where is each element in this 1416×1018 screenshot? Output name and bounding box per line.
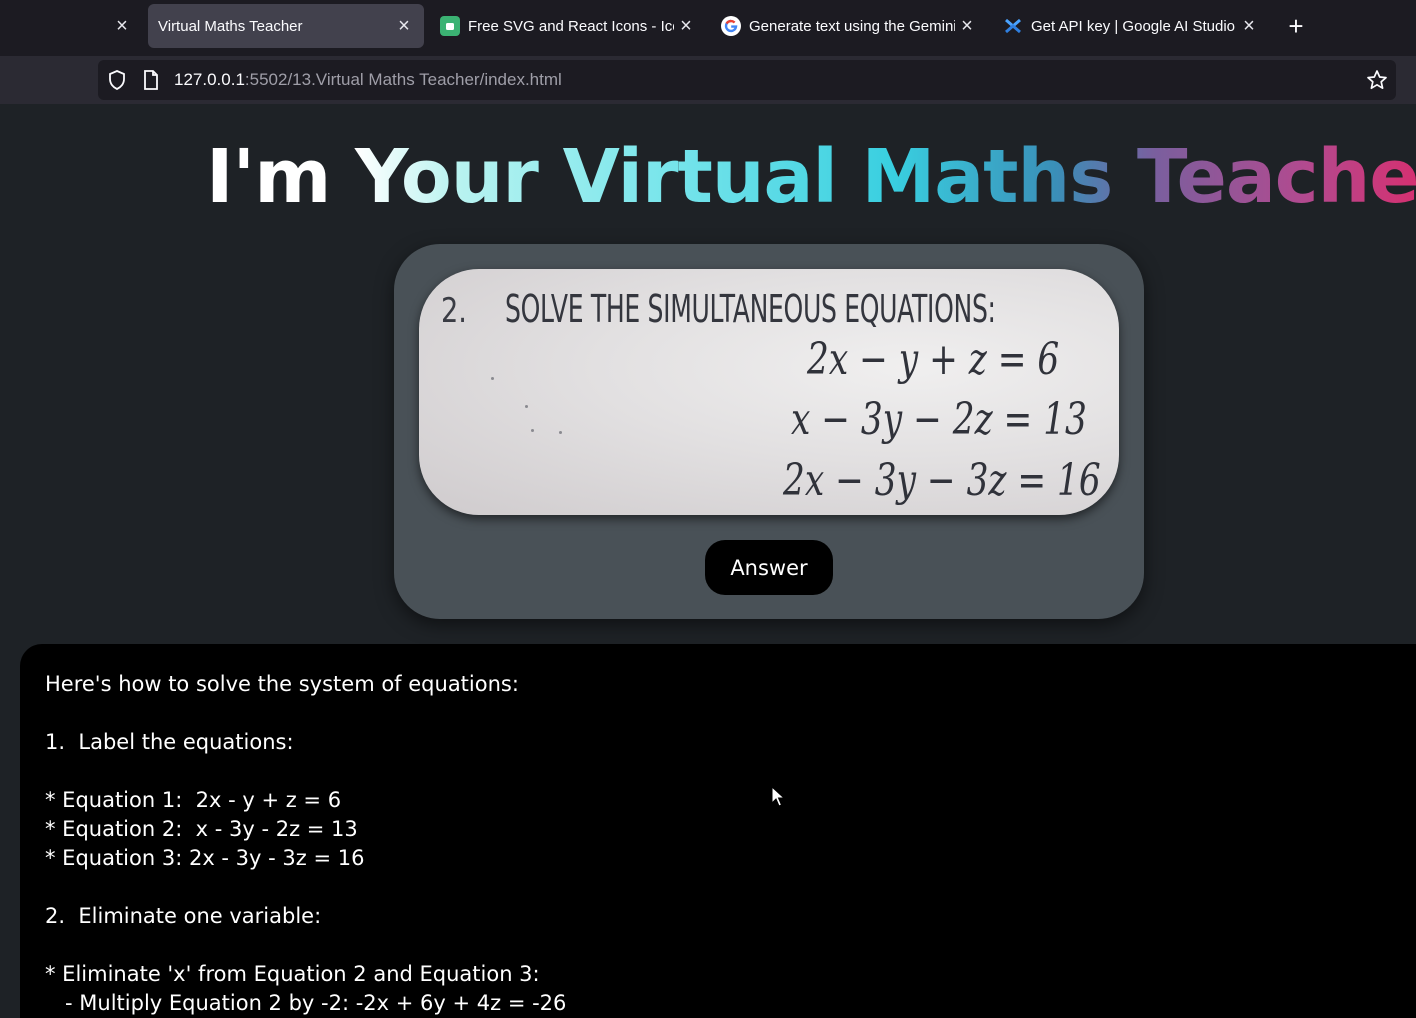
mouse-cursor-icon (771, 786, 785, 807)
bookmark-star-icon[interactable] (1366, 69, 1388, 91)
tab-ai-studio[interactable]: Get API key | Google AI Studio × (1003, 4, 1261, 48)
output-line: 2. Eliminate one variable: (45, 904, 322, 928)
shield-icon[interactable] (106, 69, 128, 91)
tab-title: Generate text using the Gemini (749, 17, 955, 35)
close-tab-icon[interactable]: × (674, 14, 698, 38)
question-image: 2. SOLVE THE SIMULTANEOUS EQUATIONS: 2x … (419, 269, 1119, 515)
photo-speck (559, 431, 562, 434)
tab-virtual-maths-teacher[interactable]: Virtual Maths Teacher × (148, 4, 424, 48)
google-favicon-icon (721, 16, 741, 36)
page-icon[interactable] (140, 69, 162, 91)
equation-2: x − 3y − 2z = 13 (791, 394, 1087, 445)
question-number: 2. (441, 291, 467, 331)
output-line: * Eliminate 'x' from Equation 2 and Equa… (45, 962, 540, 986)
equation-3: 2x − 3y − 3z = 16 (783, 455, 1101, 506)
close-tab-icon[interactable]: × (955, 14, 979, 38)
output-line: * Equation 3: 2x - 3y - 3z = 16 (45, 846, 365, 870)
output-blank-line (45, 873, 1405, 902)
output-line: Here's how to solve the system of equati… (45, 672, 519, 696)
output-line: 1. Label the equations: (45, 730, 294, 754)
address-bar[interactable]: 127.0.0.1:5502/13.Virtual Maths Teacher/… (98, 60, 1396, 100)
tab-title: Get API key | Google AI Studio (1031, 17, 1236, 35)
url-path: :5502/13.Virtual Maths Teacher/index.htm… (244, 70, 562, 89)
url-text[interactable]: 127.0.0.1:5502/13.Virtual Maths Teacher/… (174, 70, 562, 90)
output-line: * Equation 1: 2x - y + z = 6 (45, 788, 342, 812)
icones-favicon-icon (440, 16, 460, 36)
tab-title: Free SVG and React Icons - Icon (468, 17, 674, 35)
tab-blank[interactable]: × (110, 4, 138, 48)
page-content: I'm Your Virtual Maths Teacher 2. SOLVE … (0, 104, 1416, 1018)
question-title: SOLVE THE SIMULTANEOUS EQUATIONS: (505, 287, 996, 331)
answer-output: Here's how to solve the system of equati… (20, 644, 1416, 1018)
ai-studio-favicon-icon (1003, 16, 1023, 36)
tab-title: Virtual Maths Teacher (158, 17, 303, 35)
tab-free-svg-icons[interactable]: Free SVG and React Icons - Icon × (440, 4, 698, 48)
equation-1: 2x − y + z = 6 (807, 334, 1060, 385)
page-title: I'm Your Virtual Maths Teacher (206, 134, 1416, 220)
output-line: - Multiply Equation 2 by -2: -2x + 6y + … (45, 991, 567, 1015)
close-tab-icon[interactable]: × (392, 14, 416, 38)
photo-speck (525, 405, 528, 408)
close-tab-icon[interactable]: × (110, 14, 134, 38)
close-tab-icon[interactable]: × (1237, 14, 1261, 38)
photo-speck (531, 429, 534, 432)
new-tab-button[interactable]: + (1282, 11, 1310, 41)
url-host: 127.0.0.1 (174, 70, 245, 89)
photo-speck (491, 377, 494, 380)
output-blank-line (45, 757, 1405, 786)
navigation-bar: 127.0.0.1:5502/13.Virtual Maths Teacher/… (0, 56, 1416, 104)
answer-button[interactable]: Answer (705, 540, 833, 595)
output-blank-line (45, 931, 1405, 960)
question-card: 2. SOLVE THE SIMULTANEOUS EQUATIONS: 2x … (394, 244, 1144, 619)
output-line: * Equation 2: x - 3y - 2z = 13 (45, 817, 358, 841)
tab-gemini-docs[interactable]: Generate text using the Gemini × (721, 4, 979, 48)
tab-bar: × Virtual Maths Teacher × Free SVG and R… (0, 0, 1416, 56)
output-blank-line (45, 699, 1405, 728)
